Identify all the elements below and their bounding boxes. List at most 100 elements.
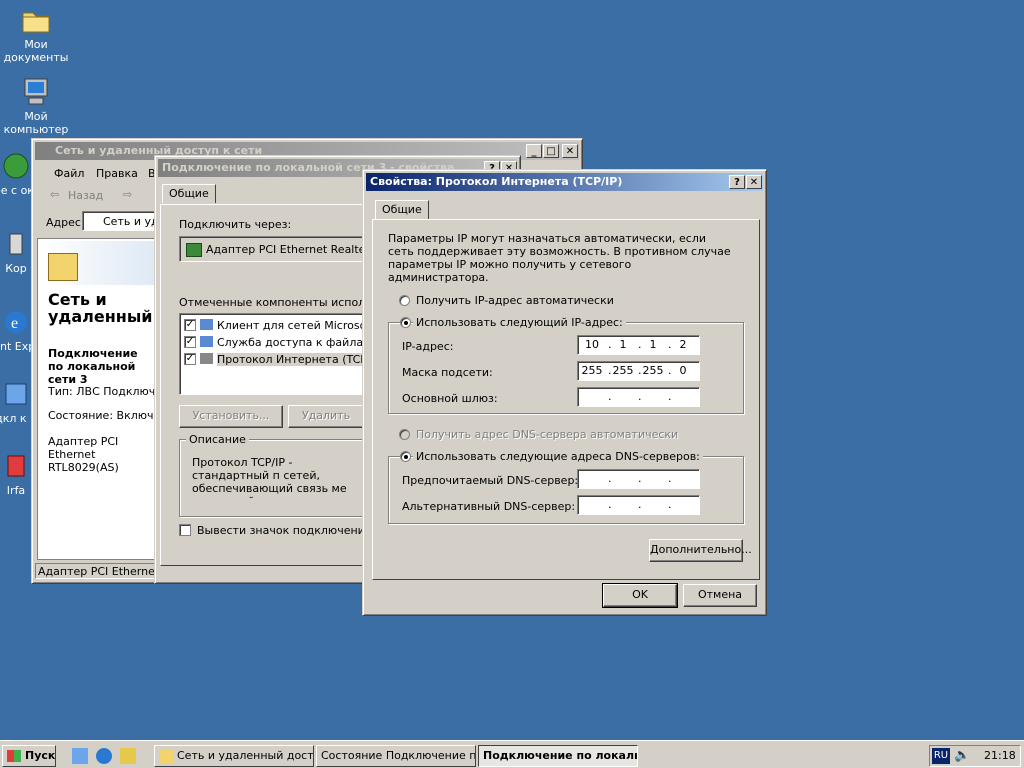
component-checkbox[interactable]: ✓ <box>184 336 196 348</box>
web-view-panel: Сеть и удаленный доступ к сети Подключен… <box>37 238 169 560</box>
menu-file[interactable]: Файл <box>54 167 84 180</box>
component-checkbox[interactable]: ✓ <box>184 353 196 365</box>
menu-edit[interactable]: Правка <box>96 167 138 180</box>
adapter-name: Адаптер PCI Ethernet Realtek F <box>206 243 382 256</box>
component-label[interactable]: Клиент для сетей Microsoft <box>217 319 374 332</box>
component-label[interactable]: Протокол Интернета (TCP/IP <box>217 353 381 366</box>
computer-icon <box>20 76 52 108</box>
dialog-titlebar[interactable]: Свойства: Протокол Интернета (TCP/IP) <box>366 173 763 191</box>
dns-manual-radio[interactable] <box>400 451 411 462</box>
gateway-label: Основной шлюз: <box>402 392 498 405</box>
start-button[interactable]: Пуск <box>2 745 56 767</box>
ip-dot: . <box>608 472 612 485</box>
dns-manual-group: Использовать следующие адреса DNS-сервер… <box>388 450 744 524</box>
desktop-icon-my-documents[interactable]: Мои документы <box>0 4 72 64</box>
dns-preferred-input[interactable]: . . . <box>577 469 700 489</box>
ip-manual-radio[interactable] <box>400 317 411 328</box>
ip-auto-radio[interactable] <box>399 295 410 306</box>
tab-general[interactable]: Общие <box>375 200 429 219</box>
gateway-input[interactable]: . . . <box>577 387 700 407</box>
ip-octet: 255 <box>581 364 603 377</box>
ip-octet: 1 <box>649 338 657 351</box>
connection-status: Состояние: Включен <box>48 409 168 422</box>
ip-octet: 1 <box>619 338 627 351</box>
adapter-field: Адаптер PCI Ethernet Realtek F <box>179 236 382 262</box>
close-button[interactable]: ✕ <box>746 175 762 189</box>
ip-dot: . <box>638 498 642 511</box>
close-button[interactable]: ✕ <box>562 144 578 158</box>
dns-auto-radio[interactable] <box>399 429 410 440</box>
tab-label: Общие <box>382 203 422 216</box>
language-indicator[interactable]: RU <box>932 748 950 764</box>
desktop-icon-my-computer[interactable]: Мой компьютер <box>0 76 72 136</box>
panel-heading: Сеть и удаленный доступ к сети <box>48 291 153 327</box>
tab-panel: Параметры IP могут назначаться автоматич… <box>372 219 760 580</box>
menu-bar: Файл Правка В <box>38 165 158 181</box>
intro-text: Параметры IP могут назначаться автоматич… <box>388 232 731 284</box>
start-label: Пуск <box>25 749 56 762</box>
component-checkbox[interactable]: ✓ <box>184 319 196 331</box>
tab-general[interactable]: Общие <box>162 184 216 203</box>
forward-arrow-icon[interactable]: ⇨ <box>123 188 132 201</box>
taskbar-item-network[interactable]: Сеть и удаленный дост... <box>154 745 314 767</box>
ip-address-label: IP-адрес: <box>402 340 454 353</box>
taskbar-item-status[interactable]: Состояние Подключение п... <box>316 745 476 767</box>
description-group: Описание Протокол TCP/IP - стандартный п… <box>179 433 371 517</box>
dns-auto-label[interactable]: Получить адрес DNS-сервера автоматически <box>416 428 678 441</box>
ip-manual-label[interactable]: Использовать следующий IP-адрес: <box>413 316 626 329</box>
tcpip-properties-dialog[interactable]: Свойства: Протокол Интернета (TCP/IP) ? … <box>362 169 767 616</box>
connection-adapter: Адаптер PCI Ethernet RTL8029(AS) <box>48 435 119 474</box>
ip-octet: 255 <box>642 364 664 377</box>
globe-icon <box>0 150 32 182</box>
advanced-button[interactable]: Дополнительно... <box>649 539 752 562</box>
taskbar-item-label: Подключение по локаль... <box>483 749 638 762</box>
ip-manual-group: Использовать следующий IP-адрес: IP-адре… <box>388 316 744 414</box>
protocol-icon <box>200 353 213 364</box>
dns-alternate-input[interactable]: . . . <box>577 495 700 515</box>
address-input[interactable]: Сеть и уда <box>82 211 165 231</box>
install-button[interactable]: Установить... <box>179 405 283 428</box>
help-button[interactable]: ? <box>729 175 745 189</box>
taskbar-item-lan[interactable]: Подключение по локаль... <box>478 745 638 767</box>
taskbar-item-label: Сеть и удаленный дост... <box>177 749 314 762</box>
dns-manual-label[interactable]: Использовать следующие адреса DNS-сервер… <box>413 450 703 463</box>
remove-button[interactable]: Удалить <box>288 405 364 428</box>
internet-explorer-icon: e <box>0 306 32 338</box>
toolbar: ⇦ Назад ⇨ <box>38 185 158 207</box>
internet-explorer-icon[interactable] <box>96 748 112 764</box>
recycle-bin-icon <box>0 228 32 260</box>
ip-dot: . <box>638 472 642 485</box>
network-card-icon <box>186 243 202 257</box>
minimize-button[interactable]: _ <box>526 144 542 158</box>
subnet-input[interactable]: 255 . 255 . 255 . 0 <box>577 361 700 381</box>
windows-logo-icon <box>7 750 21 762</box>
ok-button[interactable]: OK <box>602 583 678 608</box>
desktop-icon-label: Мои документы <box>3 38 69 64</box>
maximize-button[interactable]: □ <box>543 144 559 158</box>
taskbar-item-label: Состояние Подключение п... <box>321 749 476 762</box>
ip-dot: . <box>608 390 612 403</box>
components-list[interactable]: ✓ Клиент для сетей Microsoft ✓ Служба до… <box>179 313 393 395</box>
connection-type: Тип: ЛВС Подключен <box>48 385 170 398</box>
cancel-button[interactable]: Отмена <box>683 584 757 607</box>
tab-label: Общие <box>169 187 209 200</box>
ip-dot: . <box>668 390 672 403</box>
quick-launch <box>64 747 140 765</box>
show-icon-checkbox[interactable] <box>179 524 191 536</box>
show-icon-label[interactable]: Вывести значок подключения на <box>197 524 389 537</box>
ip-auto-label[interactable]: Получить IP-адрес автоматически <box>416 294 614 307</box>
status-bar: Адаптер PCI Ethernet R <box>35 563 170 579</box>
irfanview-icon <box>0 450 32 482</box>
back-button[interactable]: Назад <box>68 189 103 202</box>
taskbar: Пуск Сеть и удаленный дост... Состояние … <box>0 740 1024 768</box>
ip-dot: . <box>668 472 672 485</box>
show-desktop-icon[interactable] <box>72 748 88 764</box>
back-arrow-icon[interactable]: ⇦ <box>50 188 59 201</box>
ip-dot: . <box>638 390 642 403</box>
network-folder-icon <box>48 253 78 281</box>
outlook-express-icon[interactable] <box>120 748 136 764</box>
clock[interactable]: 21:18 <box>984 749 1016 763</box>
ip-address-input[interactable]: 10 . 1 . 1 . 2 <box>577 335 700 355</box>
volume-icon[interactable]: 🔈 <box>954 748 970 764</box>
ip-octet: 0 <box>679 364 687 377</box>
